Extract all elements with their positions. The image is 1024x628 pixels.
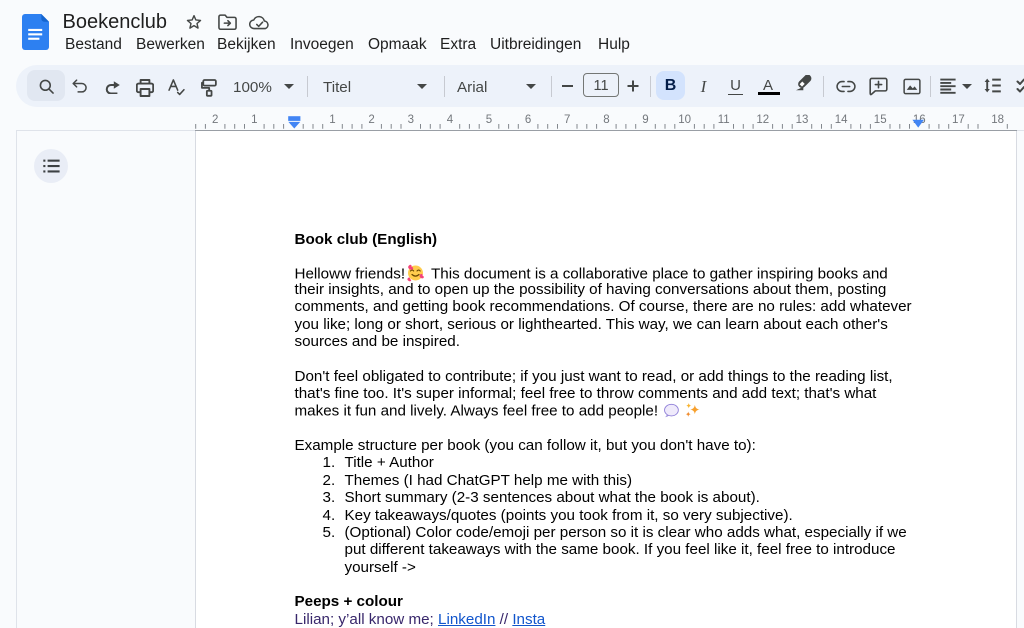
- svg-text:5: 5: [486, 114, 492, 126]
- svg-text:18: 18: [991, 114, 1004, 126]
- svg-text:2: 2: [368, 114, 374, 126]
- svg-text:15: 15: [874, 114, 887, 126]
- svg-text:4: 4: [447, 114, 454, 126]
- svg-text:11: 11: [718, 114, 730, 126]
- svg-text:1: 1: [251, 114, 257, 126]
- svg-text:7: 7: [564, 114, 570, 126]
- svg-text:6: 6: [525, 114, 531, 126]
- svg-text:14: 14: [835, 114, 848, 126]
- svg-text:17: 17: [952, 114, 965, 126]
- svg-text:1: 1: [329, 114, 335, 126]
- svg-text:2: 2: [212, 114, 218, 126]
- svg-text:9: 9: [642, 114, 648, 126]
- svg-text:10: 10: [678, 114, 691, 126]
- svg-text:13: 13: [796, 114, 809, 126]
- svg-text:8: 8: [603, 114, 609, 126]
- svg-text:3: 3: [408, 114, 414, 126]
- svg-text:12: 12: [756, 114, 769, 126]
